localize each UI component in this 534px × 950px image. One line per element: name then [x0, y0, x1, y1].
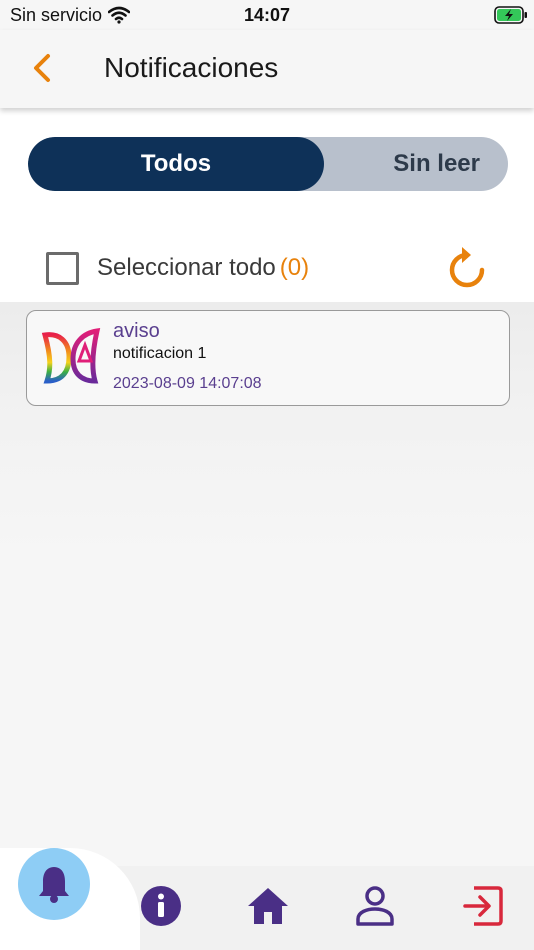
app-logo-icon [41, 328, 101, 384]
person-icon[interactable] [353, 884, 397, 928]
selected-count: (0) [279, 254, 310, 281]
notification-title: aviso [113, 320, 160, 342]
notification-date: 2023-08-09 14:07:08 [113, 375, 262, 392]
refresh-icon[interactable] [444, 243, 490, 291]
page-title: Notificaciones [104, 52, 279, 83]
tab-toggle: Todos Sin leer [28, 137, 508, 191]
notification-body: notificacion 1 [113, 345, 207, 362]
select-all-checkbox[interactable] [46, 252, 79, 285]
notifications-nav-button[interactable] [18, 848, 90, 920]
app-header: Notificaciones [0, 30, 534, 108]
status-bar: Sin servicio 14:07 [0, 0, 534, 30]
select-all-label: Seleccionar todo (0) [97, 254, 309, 282]
select-all-text: Seleccionar todo [97, 254, 276, 281]
battery-charging-icon [494, 6, 527, 24]
info-icon[interactable] [139, 884, 183, 928]
tab-unread[interactable]: Sin leer [324, 137, 508, 191]
status-time: 14:07 [243, 5, 291, 25]
back-button[interactable] [26, 50, 60, 86]
bell-icon [39, 867, 69, 903]
logout-icon[interactable] [460, 884, 504, 928]
tab-all[interactable]: Todos [28, 137, 324, 191]
notification-card[interactable]: aviso notificacion 1 2023-08-09 14:07:08 [26, 310, 510, 406]
home-icon[interactable] [246, 884, 290, 928]
